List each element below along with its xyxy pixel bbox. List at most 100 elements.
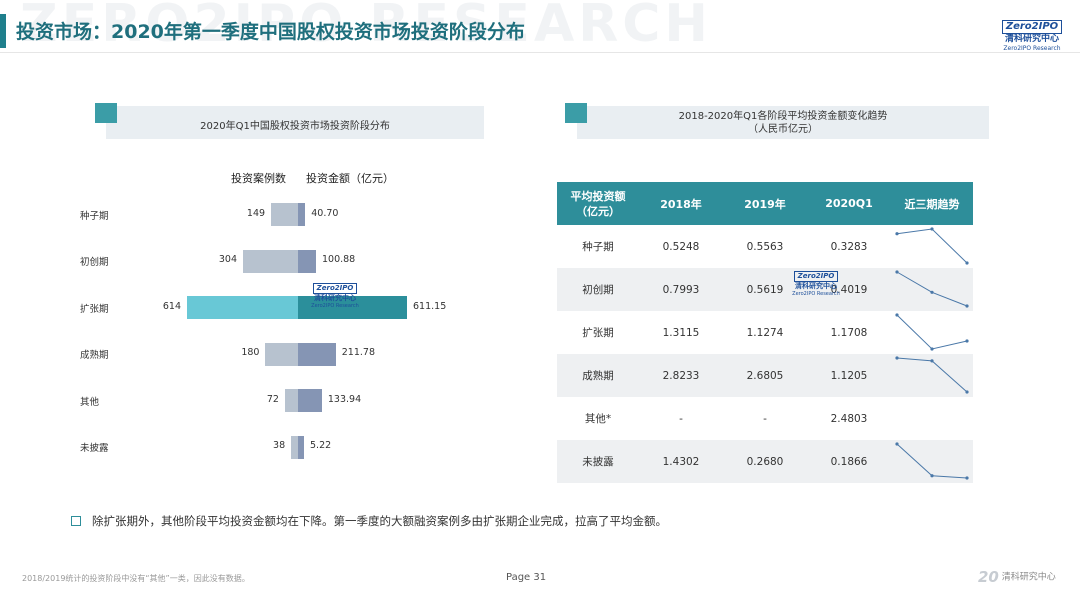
cell-2019: 0.5563	[746, 240, 784, 253]
right-panel-title-line1: 2018-2020年Q1各阶段平均投资金额变化趋势	[678, 111, 888, 122]
table-header-2018: 2018年	[660, 197, 702, 211]
bar-cases	[291, 435, 298, 459]
right-panel-title-line2: （人民币亿元）	[748, 124, 818, 135]
table-row: 种子期 0.5248 0.5563 0.3283	[557, 225, 973, 268]
cell-2020q1: 0.3283	[830, 240, 868, 253]
table-header-2019: 2019年	[744, 197, 786, 211]
cell-trend	[891, 440, 973, 483]
bar-amount	[298, 389, 322, 412]
trend-sparkline	[895, 270, 969, 308]
cell-2019: 0.2680	[746, 455, 784, 468]
trend-point	[895, 442, 899, 446]
bar-cases-label: 304	[218, 254, 238, 265]
cell-trend	[891, 268, 973, 311]
trend-point	[965, 304, 969, 308]
brand-logo: Zero2IPO 清科研究中心 Zero2IPO Research	[1000, 14, 1064, 53]
footer-logo-text: 清科研究中心	[1001, 572, 1056, 583]
chart-watermark-logo: Zero2IPO 清科研究中心 Zero2IPO Research	[309, 275, 361, 309]
table-watermark-logo: Zero2IPO 清科研究中心 Zero2IPO Research	[790, 263, 842, 297]
trend-sparkline	[895, 356, 969, 394]
category-label: 未披露	[80, 443, 109, 454]
chart-watermark-cn: 清科研究中心	[314, 294, 356, 302]
category-label: 种子期	[80, 210, 109, 222]
cell-2020q1: 0.1866	[830, 455, 868, 468]
trend-point	[930, 474, 934, 478]
trend-line	[896, 443, 968, 479]
bar-cases	[187, 296, 298, 319]
table-row: 成熟期 2.8233 2.6805 1.1205	[557, 354, 973, 397]
bar-amount-label: 100.88	[321, 254, 356, 265]
row-stage-label: 未披露	[582, 456, 614, 468]
cell-2020q1: 1.1205	[830, 369, 868, 382]
bar-cases	[265, 342, 298, 366]
row-stage-label: 成熟期	[582, 370, 614, 382]
table-watermark-mark: Zero2IPO	[793, 271, 839, 282]
trend-point	[930, 359, 934, 363]
bar-amount-label: 611.15	[413, 300, 447, 312]
category-label: 扩张期	[80, 303, 109, 315]
table-header-trend: 近三期趋势	[904, 197, 960, 211]
table-row: 初创期 0.7993 0.5619 0.4019	[557, 268, 973, 311]
cell-2020q1: 2.4803	[830, 412, 868, 425]
note-text: 除扩张期外，其他阶段平均投资金额均在下降。第一季度的大额融资案例多由扩张期企业完…	[92, 514, 667, 528]
stage-distribution-chart: 种子期 149 40.70 初创期 304 100.88 扩张期 614 611.15 成熟期 18…	[0, 0, 540, 470]
trend-line	[896, 228, 968, 264]
bar-cases-label: 72	[266, 393, 279, 405]
brand-logo-cn: 清科研究中心	[1004, 34, 1059, 44]
trend-point	[930, 347, 934, 351]
bar-amount	[298, 203, 306, 226]
trend-sparkline	[895, 442, 969, 480]
table-row: 未披露 1.4302 0.2680 0.1866	[557, 440, 973, 483]
footer-logo-mark: 20	[978, 568, 999, 586]
avg-investment-table: 平均投资额 （亿元） 2018年 2019年 2020Q1 近三期趋势 种子期 0…	[557, 182, 973, 483]
trend-point	[895, 356, 899, 360]
bar-amount	[298, 435, 304, 459]
cell-2018: 0.5248	[662, 240, 700, 253]
category-label: 初创期	[80, 257, 109, 268]
table-header-2020q1: 2020Q1	[825, 197, 873, 210]
bar-cases	[243, 249, 298, 273]
cell-2019: 1.1274	[746, 326, 784, 339]
note-bullet-icon	[71, 516, 81, 526]
table-watermark-en: Zero2IPO Research	[792, 291, 840, 297]
bar-amount-label: 40.70	[311, 207, 339, 219]
cell-trend	[891, 225, 973, 268]
row-stage-label: 扩张期	[582, 327, 614, 339]
cell-2018: 2.8233	[662, 369, 700, 382]
brand-logo-mark: Zero2IPO	[1001, 20, 1063, 34]
bar-cases-label: 149	[246, 207, 266, 219]
bar-cases	[284, 389, 298, 412]
category-label: 成熟期	[80, 350, 109, 361]
trend-line	[896, 271, 968, 307]
cell-2018: 1.4302	[662, 455, 700, 468]
cell-trend	[891, 397, 973, 440]
row-stage-label: 其他*	[584, 413, 612, 425]
chart-watermark-mark: Zero2IPO	[312, 283, 358, 294]
bar-cases-label: 614	[162, 300, 181, 312]
cell-trend	[891, 354, 973, 397]
cell-trend	[891, 311, 973, 354]
table-row: 扩张期 1.3115 1.1274 1.1708	[557, 311, 973, 354]
cell-2018: 1.3115	[662, 326, 700, 339]
table-watermark-cn: 清科研究中心	[795, 282, 837, 290]
cell-2018: 0.7993	[662, 283, 700, 296]
trend-point	[930, 290, 934, 294]
footnote: 2018/2019统计的投资阶段中没有“其他”一类，因此没有数据。	[22, 574, 250, 583]
trend-point	[930, 227, 934, 231]
cell-2019: 2.6805	[746, 369, 784, 382]
trend-point	[965, 390, 969, 394]
trend-sparkline	[895, 227, 969, 265]
table-header-row: 平均投资额 （亿元） 2018年 2019年 2020Q1 近三期趋势	[557, 182, 973, 225]
trend-point	[895, 270, 899, 274]
trend-point	[895, 232, 899, 236]
trend-point	[965, 339, 969, 343]
bar-cases-label: 180	[241, 347, 260, 358]
table-header-stage: 平均投资额 （亿元）	[570, 189, 626, 218]
trend-point	[965, 261, 969, 265]
footer-logo: 20 清科研究中心	[978, 568, 1056, 586]
trend-line	[896, 357, 968, 393]
bar-amount-label: 5.22	[310, 440, 332, 451]
trend-sparkline	[895, 313, 969, 351]
bar-amount-label: 211.78	[341, 347, 376, 358]
page-number: Page 31	[506, 572, 547, 583]
